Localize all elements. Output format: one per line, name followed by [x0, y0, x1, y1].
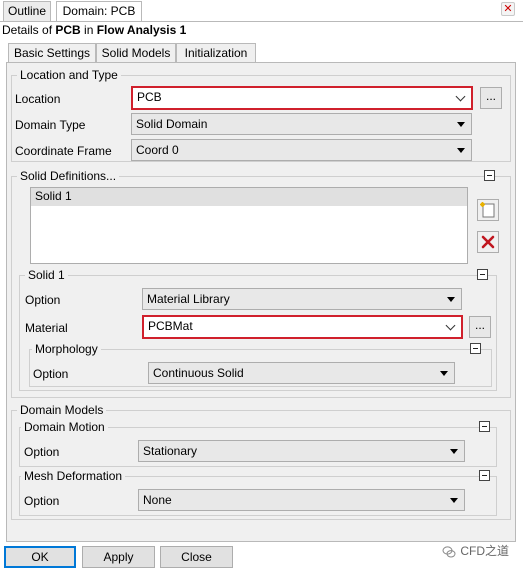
location-type-title: Location and Type [17, 68, 121, 82]
morphology-option-combo[interactable]: Continuous Solid [148, 362, 455, 384]
morphology-title: Morphology [32, 342, 101, 356]
domain-motion-title: Domain Motion [21, 420, 108, 434]
details-analysis: Flow Analysis 1 [96, 23, 187, 37]
solid1-title: Solid 1 [25, 268, 68, 282]
mesh-deformation-option-label: Option [24, 494, 60, 508]
coord-frame-value: Coord 0 [136, 143, 179, 157]
domain-type-label: Domain Type [15, 118, 86, 132]
ok-button[interactable]: OK [4, 546, 76, 568]
domain-motion-combo[interactable]: Stationary [138, 440, 465, 462]
close-icon[interactable]: ✕ [501, 2, 515, 16]
list-item[interactable]: Solid 1 [31, 188, 467, 206]
dropdown-arrow-icon [457, 148, 465, 153]
material-value: PCBMat [148, 319, 193, 333]
tab-domain-pcb[interactable]: Domain: PCB [56, 1, 142, 22]
tab-basic-settings[interactable]: Basic Settings [8, 43, 96, 63]
domain-motion-value: Stationary [143, 444, 198, 458]
morphology-option-label: Option [33, 367, 69, 381]
watermark-text: CFD之道 [460, 544, 509, 558]
domain-type-combo[interactable]: Solid Domain [131, 113, 472, 135]
watermark: CFD之道 [442, 542, 509, 560]
collapse-icon[interactable] [470, 343, 481, 354]
dropdown-arrow-icon [447, 297, 455, 302]
details-prefix: Details of [2, 23, 56, 37]
solid-definitions-title: Solid Definitions... [17, 169, 120, 183]
material-label: Material [25, 321, 68, 335]
tab-outline[interactable]: Outline [3, 1, 51, 21]
dropdown-arrow-icon [450, 449, 458, 454]
domain-type-value: Solid Domain [136, 117, 208, 131]
location-label: Location [15, 92, 61, 106]
dropdown-arrow-icon [450, 498, 458, 503]
apply-button[interactable]: Apply [82, 546, 155, 568]
wechat-logo-icon [442, 546, 456, 558]
collapse-icon[interactable] [484, 170, 495, 181]
location-browse-button[interactable]: ... [480, 87, 502, 109]
solid1-option-label: Option [25, 293, 61, 307]
location-combo[interactable]: PCB [131, 86, 473, 110]
dropdown-arrow-icon [457, 122, 465, 127]
morphology-option-value: Continuous Solid [153, 366, 244, 380]
collapse-icon[interactable] [479, 421, 490, 432]
delete-item-button[interactable] [477, 231, 499, 253]
chevron-down-icon [455, 91, 466, 102]
domain-motion-option-label: Option [24, 445, 60, 459]
new-item-button[interactable] [477, 199, 499, 221]
solid1-option-value: Material Library [147, 292, 230, 306]
solid1-option-combo[interactable]: Material Library [142, 288, 462, 310]
domain-models-title: Domain Models [17, 403, 107, 417]
delete-icon [481, 235, 495, 249]
tab-initialization[interactable]: Initialization [176, 43, 256, 62]
dropdown-arrow-icon [440, 371, 448, 376]
location-value: PCB [137, 90, 162, 104]
collapse-icon[interactable] [477, 269, 488, 280]
close-button[interactable]: Close [160, 546, 233, 568]
new-document-icon [480, 202, 495, 218]
details-header: Details of PCB in Flow Analysis 1 [2, 22, 186, 38]
solid-definitions-list[interactable]: Solid 1 [30, 187, 468, 264]
details-mid: in [80, 23, 97, 37]
mesh-deformation-title: Mesh Deformation [21, 469, 126, 483]
tab-solid-models[interactable]: Solid Models [96, 43, 176, 62]
material-combo[interactable]: PCBMat [142, 315, 463, 339]
coord-frame-label: Coordinate Frame [15, 144, 112, 158]
coord-frame-combo[interactable]: Coord 0 [131, 139, 472, 161]
details-object: PCB [55, 23, 81, 37]
chevron-down-icon [445, 320, 456, 331]
collapse-icon[interactable] [479, 470, 490, 481]
mesh-deformation-combo[interactable]: None [138, 489, 465, 511]
material-browse-button[interactable]: ... [469, 316, 491, 338]
mesh-deformation-value: None [143, 493, 172, 507]
